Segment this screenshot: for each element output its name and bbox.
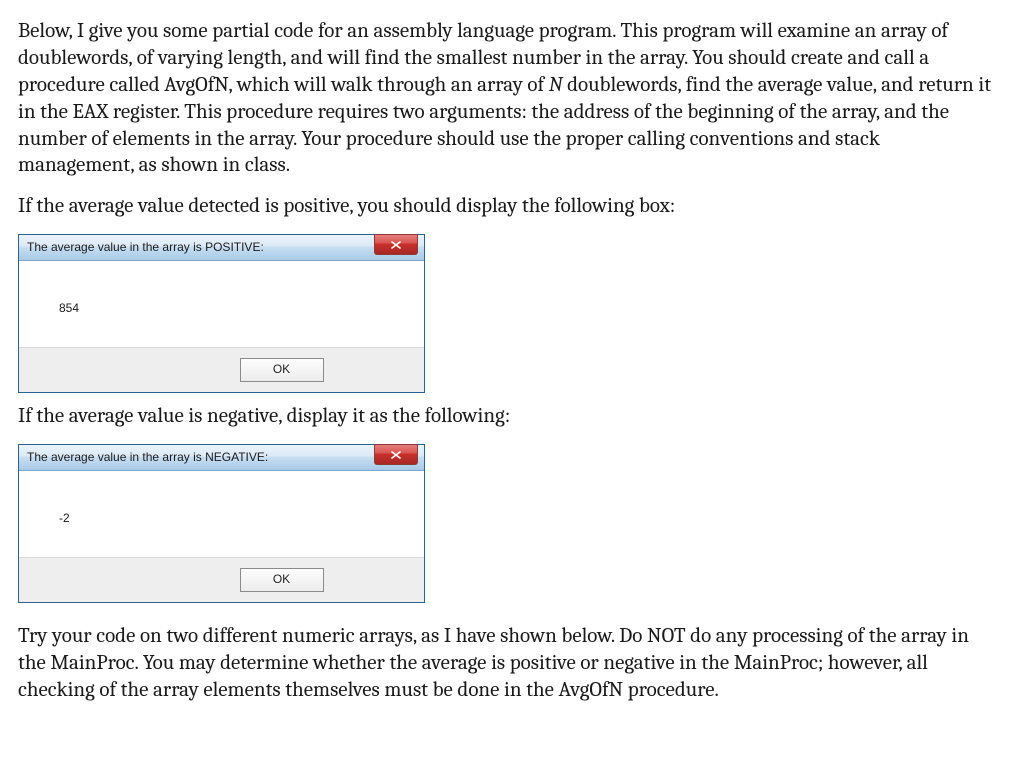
intro-italic-n: N [549,73,563,97]
positive-lead-text: If the average value detected is positiv… [18,193,1000,220]
closing-paragraph: Try your code on two different numeric a… [18,623,1000,704]
dialog-titlebar: The average value in the array is NEGATI… [19,445,424,471]
dialog-footer: OK [19,557,424,602]
dialog-title: The average value in the array is NEGATI… [27,450,268,465]
dialog-value: 854 [59,301,79,315]
dialog-positive: The average value in the array is POSITI… [18,234,425,393]
dialog-titlebar: The average value in the array is POSITI… [19,235,424,261]
dialog-footer: OK [19,347,424,392]
intro-paragraph: Below, I give you some partial code for … [18,18,1000,179]
ok-button[interactable]: OK [240,358,324,382]
dialog-value: -2 [59,511,70,525]
dialog-body: 854 [19,261,424,347]
ok-button[interactable]: OK [240,568,324,592]
close-icon [391,241,401,249]
negative-lead-text: If the average value is negative, displa… [18,403,1000,430]
close-button[interactable] [374,234,418,255]
dialog-negative: The average value in the array is NEGATI… [18,444,425,603]
close-button[interactable] [374,444,418,465]
close-icon [391,451,401,459]
dialog-title: The average value in the array is POSITI… [27,240,264,255]
dialog-body: -2 [19,471,424,557]
